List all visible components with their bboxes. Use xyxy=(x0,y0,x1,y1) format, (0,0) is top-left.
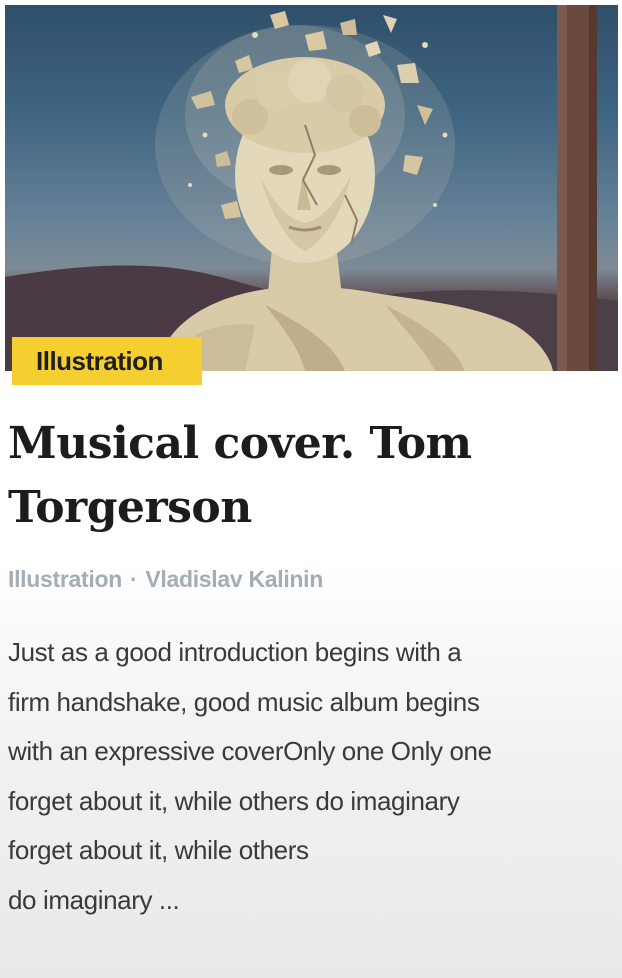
excerpt-line: forget about it, while others do imagina… xyxy=(8,785,460,816)
excerpt-line: do imaginary ... xyxy=(8,884,180,915)
article-excerpt: Just as a good introduction begins with … xyxy=(8,628,618,925)
meta-author[interactable]: Vladislav Kalinin xyxy=(145,566,323,592)
excerpt-line: firm handshake, good music album begins xyxy=(8,686,480,717)
title-line-1[interactable]: Musical cover. Tom xyxy=(8,418,472,469)
shattering-bust-illustration xyxy=(5,5,618,371)
title-line-2[interactable]: Torgerson xyxy=(8,482,252,533)
excerpt-line: Just as a good introduction begins with … xyxy=(8,637,462,667)
meta-separator: · xyxy=(129,566,138,592)
article-title[interactable]: Musical cover. Tom Torgerson xyxy=(8,412,608,540)
category-badge[interactable]: Illustration xyxy=(12,337,202,385)
article-card[interactable]: Illustration Musical cover. Tom Torgerson… xyxy=(0,0,622,978)
excerpt-line: forget about it, while others xyxy=(8,835,309,865)
meta-category[interactable]: Illustration xyxy=(8,566,122,592)
article-meta: Illustration · Vladislav Kalinin xyxy=(8,566,323,593)
excerpt-line: with an expressive coverOnly one Only on… xyxy=(8,736,492,766)
cover-image[interactable] xyxy=(5,5,618,371)
